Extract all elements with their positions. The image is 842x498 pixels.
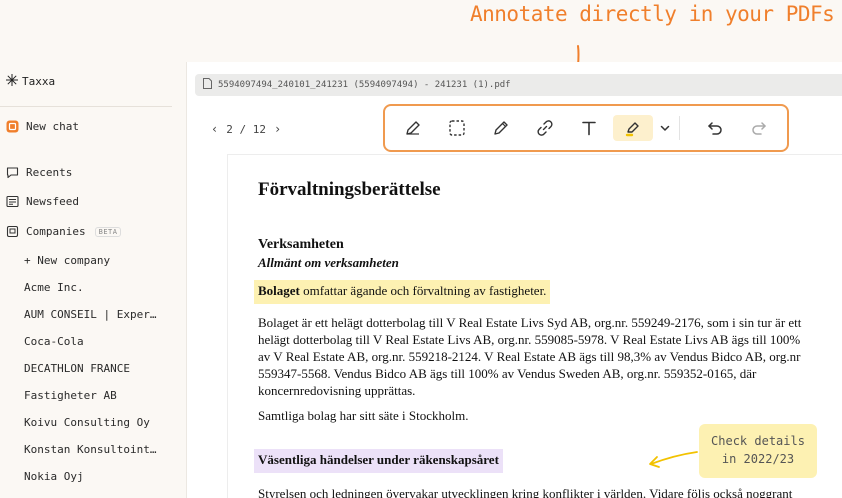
newsfeed-icon xyxy=(6,195,19,208)
undo-icon xyxy=(708,122,722,135)
beta-badge: BETA xyxy=(94,226,122,237)
pen-tool-button[interactable] xyxy=(399,115,427,141)
document-title: Förvaltningsberättelse xyxy=(258,179,441,200)
sidebar-item-label: Newsfeed xyxy=(26,195,79,208)
paragraph-line: koncernredovisning upprättas. xyxy=(258,383,416,398)
paragraph-line: av V Real Estate AB, org.nr. 559218-2124… xyxy=(258,349,801,364)
highlighter-dropdown[interactable] xyxy=(651,115,679,141)
sidebar-item-companies[interactable]: Companies BETA xyxy=(6,225,122,238)
new-chat-icon xyxy=(6,120,19,133)
pen-icon xyxy=(406,121,420,135)
paragraph-line: Bolaget är ett helägt dotterbolag till V… xyxy=(258,315,802,330)
company-item[interactable]: Coca-Cola xyxy=(24,335,84,348)
page-indicator: 2 / 12 xyxy=(226,122,266,136)
company-item[interactable]: Acme Inc. xyxy=(24,281,84,294)
text-tool-button[interactable] xyxy=(575,115,603,141)
paragraph-seat: Samtliga bolag har sitt säte i Stockholm… xyxy=(258,408,469,423)
sticky-note-callout[interactable]: Check details in 2022/23 xyxy=(699,424,817,478)
divider xyxy=(0,106,172,107)
annotation-toolbar xyxy=(383,104,789,152)
redo-icon xyxy=(752,122,766,135)
section-subheading: Allmänt om verksamheten xyxy=(258,255,399,270)
select-area-icon xyxy=(449,120,465,136)
chevron-left-icon[interactable]: ‹ xyxy=(211,122,218,136)
brand-name: Taxxa xyxy=(22,75,56,88)
company-item[interactable]: Konstan Konsultoint… xyxy=(24,443,156,456)
yellow-highlight[interactable]: Bolaget omfattar ägande och förvaltning … xyxy=(254,280,551,304)
page-navigator: ‹ 2 / 12 › xyxy=(211,122,281,136)
company-item[interactable]: Nokia Oyj xyxy=(24,470,84,483)
chevron-down-icon xyxy=(660,125,670,131)
sidebar-item-label: Recents xyxy=(26,166,73,179)
sidebar-item-new-chat[interactable]: New chat xyxy=(6,120,79,133)
sidebar: Taxxa New chat Recents Newsfeed Companie… xyxy=(0,62,176,498)
callout-arrow-icon xyxy=(649,451,698,468)
new-company-link[interactable]: + New company xyxy=(24,254,110,267)
company-item[interactable]: Fastigheter AB xyxy=(24,389,117,402)
toolbar-divider xyxy=(679,116,680,140)
file-tab[interactable]: 5594097494_240101_241231 (5594097494) - … xyxy=(195,74,842,96)
pencil-icon xyxy=(494,121,508,135)
highlight-bold-text: Bolaget xyxy=(258,283,300,298)
pdf-viewer: 5594097494_240101_241231 (5594097494) - … xyxy=(186,62,842,498)
sidebar-item-newsfeed[interactable]: Newsfeed xyxy=(6,195,79,208)
callout-line: in 2022/23 xyxy=(721,452,795,466)
paragraph-line: Styrelsen och ledningen övervakar utveck… xyxy=(258,486,793,498)
chevron-right-icon[interactable]: › xyxy=(274,122,281,136)
highlight-text: omfattar ägande och förvaltning av fasti… xyxy=(299,283,547,298)
paragraph-line: helägt dotterbolag till V Real Estate Li… xyxy=(258,332,801,347)
highlighter-icon xyxy=(625,122,639,137)
select-area-button[interactable] xyxy=(443,115,471,141)
purple-highlight[interactable]: Väsentliga händelser under räkenskapsåre… xyxy=(254,449,503,473)
link-tool-button[interactable] xyxy=(531,115,559,141)
company-item[interactable]: Koivu Consulting Oy xyxy=(24,416,150,429)
paragraph-line: 559347-5568. Vendus Bidco AB ägs till 10… xyxy=(258,366,757,381)
section-heading: Verksamheten xyxy=(258,237,344,252)
link-icon xyxy=(537,120,553,136)
highlighter-tool-button[interactable] xyxy=(613,115,653,141)
undo-button[interactable] xyxy=(701,115,729,141)
pencil-tool-button[interactable] xyxy=(487,115,515,141)
company-item[interactable]: AUM CONSEIL | Exper… xyxy=(24,308,156,321)
sidebar-item-recents[interactable]: Recents xyxy=(6,166,72,179)
callout-line: Check details xyxy=(711,434,805,448)
sparkle-logo-icon xyxy=(6,74,18,89)
document-icon xyxy=(203,78,212,92)
brand[interactable]: Taxxa xyxy=(6,74,55,89)
redo-button[interactable] xyxy=(745,115,773,141)
chat-bubble-icon xyxy=(6,166,19,179)
company-item[interactable]: DECATHLON FRANCE xyxy=(24,362,130,375)
file-name: 5594097494_240101_241231 (5594097494) - … xyxy=(218,80,511,90)
text-icon xyxy=(582,121,596,136)
headline-annotation: Annotate directly in your PDFs xyxy=(470,2,835,26)
building-icon xyxy=(6,225,19,238)
sidebar-item-label: New chat xyxy=(26,120,79,133)
sidebar-item-label: Companies xyxy=(26,225,86,238)
